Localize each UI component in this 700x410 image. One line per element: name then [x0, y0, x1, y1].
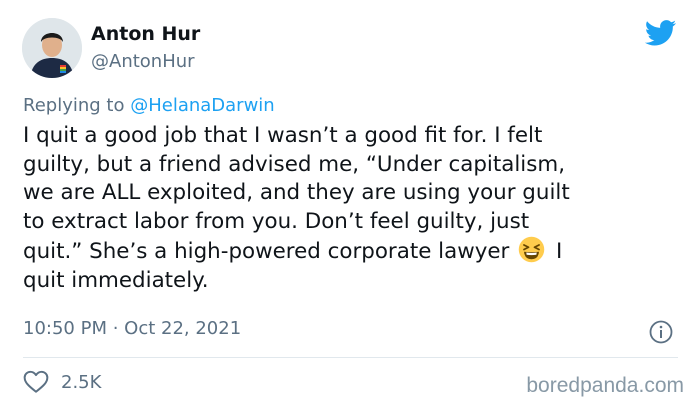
- like-count: 2.5K: [61, 371, 102, 393]
- tweet-text: I quit a good job that I wasn’t a good f…: [23, 122, 693, 296]
- avatar-image: [22, 18, 82, 78]
- tweet-line: to extract labor from you. Don’t feel gu…: [23, 208, 530, 234]
- like-button[interactable]: 2.5K: [23, 370, 101, 394]
- meta-separator: ·: [106, 318, 125, 339]
- tweet-line-text: quit.” She’s a high-powered corporate la…: [23, 239, 510, 265]
- tweet-line: guilty, but a friend advised me, “Under …: [23, 151, 566, 177]
- avatar[interactable]: [22, 18, 82, 78]
- tweet-time: 10:50 PM: [23, 318, 107, 339]
- tweet-line-with-emoji: quit.” She’s a high-powered corporate la…: [23, 236, 693, 267]
- laughing-emoji-icon: [518, 237, 545, 263]
- twitter-bird-icon[interactable]: [645, 20, 677, 46]
- tweet-timestamp[interactable]: 10:50 PM · Oct 22, 2021: [23, 318, 241, 339]
- watermark: boredpanda.com: [526, 374, 684, 397]
- author-name[interactable]: Anton Hur: [91, 23, 200, 45]
- reply-mention-link[interactable]: @HelanaDarwin: [130, 95, 275, 116]
- author-handle[interactable]: @AntonHur: [91, 51, 195, 72]
- tweet-line: quit immediately.: [23, 267, 209, 293]
- heart-icon: [23, 370, 49, 393]
- tweet-date: Oct 22, 2021: [124, 318, 242, 339]
- tweet-line-text: I: [555, 239, 563, 265]
- tweet-line: I quit a good job that I wasn’t a good f…: [23, 123, 543, 148]
- info-icon[interactable]: [649, 320, 673, 344]
- replying-to-prefix: Replying to: [23, 95, 131, 116]
- divider: [23, 357, 678, 358]
- tweet-line: we are ALL exploited, and they are using…: [23, 180, 570, 206]
- replying-to: Replying to @HelanaDarwin: [23, 95, 275, 116]
